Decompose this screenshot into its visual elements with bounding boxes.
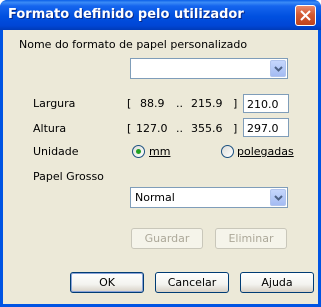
- dialog-window: Formato definido pelo utilizador Nome do…: [0, 0, 321, 307]
- thick-paper-combo[interactable]: Normal: [130, 187, 288, 208]
- height-range-sep: ..: [176, 122, 183, 135]
- help-button[interactable]: Ajuda: [240, 272, 314, 293]
- width-input-value: 210.0: [247, 98, 279, 111]
- paper-name-dropdown-button[interactable]: [270, 60, 286, 77]
- width-range-close: ]: [233, 97, 238, 110]
- close-icon: [300, 10, 311, 21]
- width-input[interactable]: 210.0: [243, 94, 289, 113]
- height-input[interactable]: 297.0: [243, 118, 289, 137]
- unit-mm-radio[interactable]: [132, 145, 145, 158]
- radio-selected-dot: [136, 149, 141, 154]
- width-label: Largura: [33, 97, 76, 110]
- unit-label: Unidade: [33, 145, 79, 158]
- height-range-open: [: [127, 122, 132, 135]
- cancel-button[interactable]: Cancelar: [155, 272, 229, 293]
- height-range-min: 127.0: [136, 122, 168, 135]
- save-button[interactable]: Guardar: [131, 228, 203, 249]
- height-range-close: ]: [233, 122, 238, 135]
- width-range-sep: ..: [176, 97, 183, 110]
- chevron-down-icon: [274, 195, 283, 201]
- chevron-down-icon: [274, 66, 283, 72]
- paper-name-label: Nome do formato de papel personalizado: [19, 38, 248, 51]
- thick-paper-value: Normal: [135, 191, 175, 204]
- delete-button[interactable]: Eliminar: [215, 228, 287, 249]
- height-range-max: 355.6: [191, 122, 223, 135]
- paper-name-combo[interactable]: [130, 58, 288, 79]
- width-range-open: [: [127, 97, 132, 110]
- unit-inches-radio[interactable]: [221, 145, 234, 158]
- title-bar[interactable]: Formato definido pelo utilizador: [0, 0, 321, 30]
- window-title: Formato definido pelo utilizador: [8, 7, 244, 22]
- close-button[interactable]: [295, 5, 316, 26]
- width-range-max: 215.9: [191, 97, 223, 110]
- dialog-body: Nome do formato de papel personalizado L…: [3, 30, 318, 304]
- height-input-value: 297.0: [247, 122, 279, 135]
- unit-mm-label[interactable]: mm: [149, 145, 170, 158]
- height-label: Altura: [33, 122, 67, 135]
- unit-inches-label[interactable]: polegadas: [237, 145, 294, 158]
- width-range-min: 88.9: [140, 97, 165, 110]
- thick-paper-label: Papel Grosso: [33, 170, 104, 183]
- ok-button[interactable]: OK: [70, 272, 144, 293]
- thick-paper-dropdown-button[interactable]: [270, 189, 286, 206]
